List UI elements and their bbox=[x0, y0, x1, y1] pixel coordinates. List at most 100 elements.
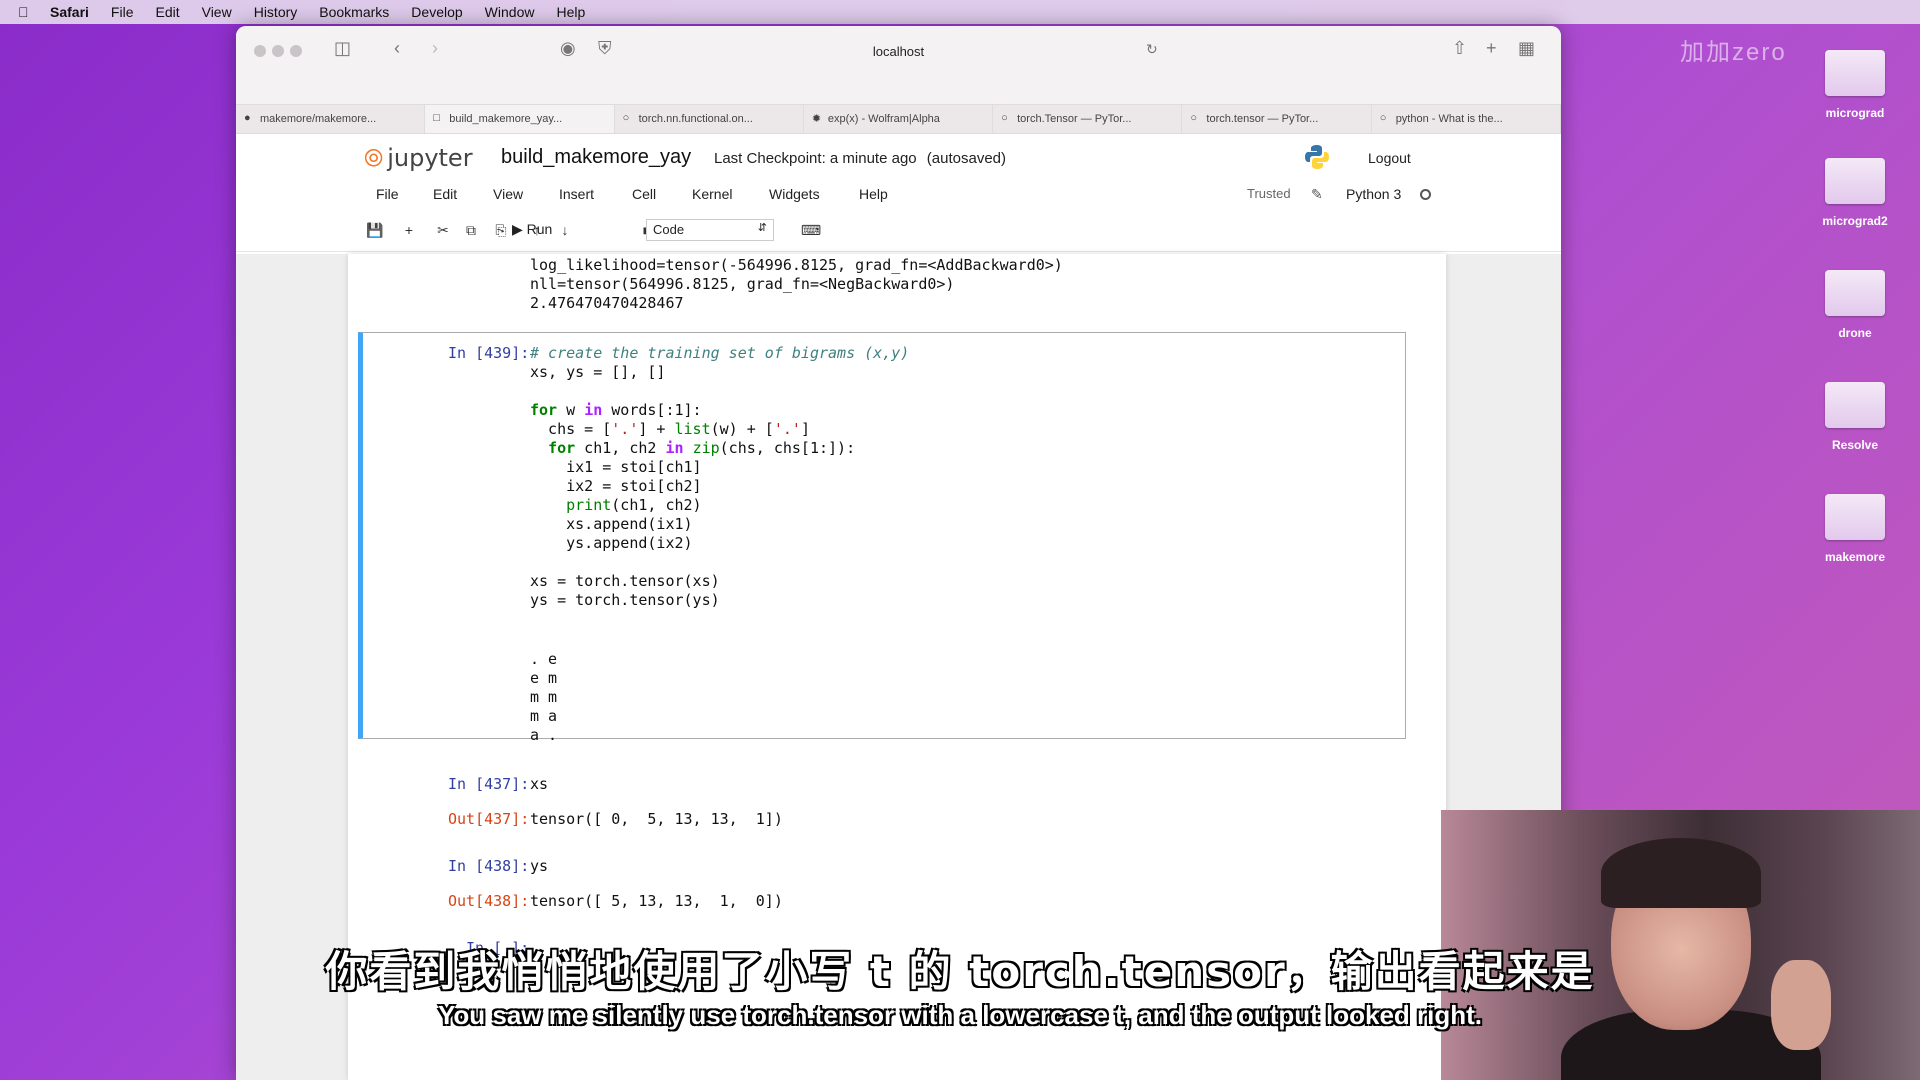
autosaved-text: (autosaved) bbox=[926, 150, 1007, 167]
output-line: m m bbox=[530, 688, 558, 706]
save-icon[interactable]: 💾 bbox=[364, 222, 386, 239]
browser-titlebar: ◫ ‹ › ◉ ⛨ localhost ↻ ⇧ + ▦ bbox=[236, 26, 1561, 104]
insert-cell-icon[interactable]: + bbox=[398, 222, 420, 238]
logout-button[interactable]: Logout bbox=[1368, 150, 1411, 166]
tab-build-makemore[interactable]: □ build_makemore_yay... bbox=[425, 105, 615, 133]
jmenu-help[interactable]: Help bbox=[859, 186, 888, 202]
menu-bookmarks[interactable]: Bookmarks bbox=[319, 4, 389, 20]
watermark: 加加zero bbox=[1680, 39, 1787, 66]
desktop-folder-micrograd2[interactable]: micrograd2 bbox=[1800, 158, 1910, 228]
copy-icon[interactable]: ⧉ bbox=[460, 222, 482, 239]
jupyter-menubar: File Edit View Insert Cell Kernel Widget… bbox=[236, 176, 1561, 212]
cell-output: tensor([ 0, 5, 13, 13, 1]) bbox=[530, 810, 783, 828]
pytorch-icon: ○ bbox=[622, 112, 630, 124]
jmenu-cell[interactable]: Cell bbox=[632, 186, 656, 202]
python-logo-icon bbox=[1305, 145, 1329, 169]
jupyter-logo-text: jupyter bbox=[387, 144, 473, 172]
tab-label: build_makemore_yay... bbox=[449, 113, 563, 125]
folder-icon bbox=[1825, 50, 1885, 96]
tab-python-question[interactable]: ○ python - What is the... bbox=[1372, 105, 1561, 133]
cut-icon[interactable]: ✂ bbox=[432, 222, 454, 239]
menu-bar:  Safari File Edit View History Bookmark… bbox=[0, 0, 1920, 24]
output-line: 2.476470470428467 bbox=[530, 294, 684, 312]
chevron-updown-icon: ⇵ bbox=[757, 222, 767, 234]
cell-output: . ee mm mm aa . bbox=[530, 650, 557, 745]
tab-makemore[interactable]: ● makemore/makemore... bbox=[236, 105, 426, 133]
keyboard-icon[interactable]: ⌨ bbox=[800, 222, 822, 239]
checkpoint-text: Last Checkpoint: a minute ago bbox=[714, 150, 917, 167]
output-line: e m bbox=[530, 669, 558, 687]
jmenu-view[interactable]: View bbox=[493, 186, 523, 202]
kernel-name: Python 3 bbox=[1346, 186, 1402, 202]
jmenu-file[interactable]: File bbox=[376, 186, 399, 202]
output-prompt: Out[438]: bbox=[448, 892, 530, 910]
jupyter-tab-icon: □ bbox=[433, 112, 440, 124]
menu-window[interactable]: Window bbox=[485, 4, 535, 20]
wolfram-icon: ✹ bbox=[811, 113, 822, 125]
code-editor[interactable]: # create the training set of bigrams (x,… bbox=[530, 344, 909, 610]
move-down-icon[interactable]: ↓ bbox=[554, 222, 576, 238]
run-label: Run bbox=[526, 221, 553, 237]
jmenu-kernel[interactable]: Kernel bbox=[692, 186, 732, 202]
desktop-folder-label: drone bbox=[1838, 326, 1872, 340]
code-editor[interactable]: xs bbox=[530, 775, 548, 794]
output-prompt: Out[437]: bbox=[448, 810, 530, 828]
tab-torch-tensor[interactable]: ○ torch.tensor — PyTor... bbox=[1182, 105, 1372, 133]
edit-pencil-icon[interactable]: ✎ bbox=[1311, 186, 1323, 203]
menu-edit[interactable]: Edit bbox=[155, 4, 179, 20]
reload-icon[interactable]: ↻ bbox=[1146, 41, 1158, 58]
menu-help[interactable]: Help bbox=[556, 4, 585, 20]
checkpoint-status: Last Checkpoint: a minute ago (autosaved… bbox=[714, 150, 1006, 167]
output-line: . e bbox=[530, 650, 558, 668]
desktop-folder-label: micrograd bbox=[1825, 106, 1885, 120]
desktop-folder-label: Resolve bbox=[1831, 438, 1879, 452]
tab-overview-icon[interactable]: ▦ bbox=[1518, 38, 1535, 59]
desktop-folder-micrograd[interactable]: micrograd bbox=[1800, 50, 1910, 120]
menu-develop[interactable]: Develop bbox=[411, 4, 462, 20]
notebook-name[interactable]: build_makemore_yay bbox=[501, 146, 691, 169]
folder-icon bbox=[1825, 270, 1885, 316]
tab-label: torch.nn.functional.on... bbox=[638, 113, 753, 125]
run-button[interactable]: ▶ Run bbox=[512, 221, 552, 238]
apple-icon[interactable]:  bbox=[18, 4, 38, 20]
folder-icon bbox=[1825, 158, 1885, 204]
output-line: a . bbox=[530, 726, 558, 744]
subtitle-english: You saw me silently use torch.tensor wit… bbox=[437, 1000, 1483, 1030]
menu-history[interactable]: History bbox=[254, 4, 298, 20]
folder-icon bbox=[1825, 382, 1885, 428]
jmenu-edit[interactable]: Edit bbox=[433, 186, 457, 202]
new-tab-icon[interactable]: + bbox=[1486, 38, 1497, 59]
trusted-indicator[interactable]: Trusted bbox=[1247, 186, 1291, 201]
address-bar[interactable]: localhost bbox=[236, 44, 1561, 59]
menu-file[interactable]: File bbox=[111, 4, 134, 20]
share-icon[interactable]: ⇧ bbox=[1452, 38, 1467, 59]
menu-view[interactable]: View bbox=[202, 4, 232, 20]
tab-bar: ● makemore/makemore... □ build_makemore_ya… bbox=[236, 104, 1561, 134]
jmenu-insert[interactable]: Insert bbox=[559, 186, 594, 202]
desktop-folder-drone[interactable]: drone bbox=[1800, 270, 1910, 340]
cell-output: tensor([ 5, 13, 13, 1, 0]) bbox=[530, 892, 783, 910]
desktop-folder-label: micrograd2 bbox=[1822, 214, 1888, 228]
tab-label: torch.tensor — PyTor... bbox=[1206, 113, 1319, 125]
cell-type-select[interactable]: Code ⇵ bbox=[646, 219, 774, 241]
safari-window: ◫ ‹ › ◉ ⛨ localhost ↻ ⇧ + ▦ ● makemore/ma… bbox=[236, 26, 1561, 1080]
tab-torch-Tensor[interactable]: ○ torch.Tensor — PyTor... bbox=[993, 105, 1183, 133]
kernel-status-icon bbox=[1420, 189, 1431, 200]
menu-app-safari[interactable]: Safari bbox=[50, 4, 89, 20]
tab-torch-functional[interactable]: ○ torch.nn.functional.on... bbox=[615, 105, 804, 133]
desktop-folder-resolve[interactable]: Resolve bbox=[1800, 382, 1910, 452]
tab-wolfram[interactable]: ✹ exp(x) - Wolfram|Alpha bbox=[804, 105, 994, 133]
github-icon: ● bbox=[244, 112, 251, 124]
desktop-folder-makemore[interactable]: makemore bbox=[1800, 494, 1910, 564]
paste-icon[interactable]: ⎘ bbox=[490, 222, 512, 239]
tab-label: torch.Tensor — PyTor... bbox=[1017, 113, 1132, 125]
input-prompt: In [437]: bbox=[448, 775, 530, 793]
output-line: m a bbox=[530, 707, 558, 725]
jupyter-logo[interactable]: ⦾ jupyter bbox=[364, 144, 473, 172]
output-line: nll=tensor(564996.8125, grad_fn=<NegBack… bbox=[530, 275, 955, 293]
jmenu-widgets[interactable]: Widgets bbox=[769, 186, 820, 202]
code-editor[interactable]: ys bbox=[530, 857, 548, 876]
input-prompt: In [438]: bbox=[448, 857, 530, 875]
input-prompt: In [439]: bbox=[448, 344, 530, 362]
tab-label: makemore/makemore... bbox=[260, 113, 377, 125]
